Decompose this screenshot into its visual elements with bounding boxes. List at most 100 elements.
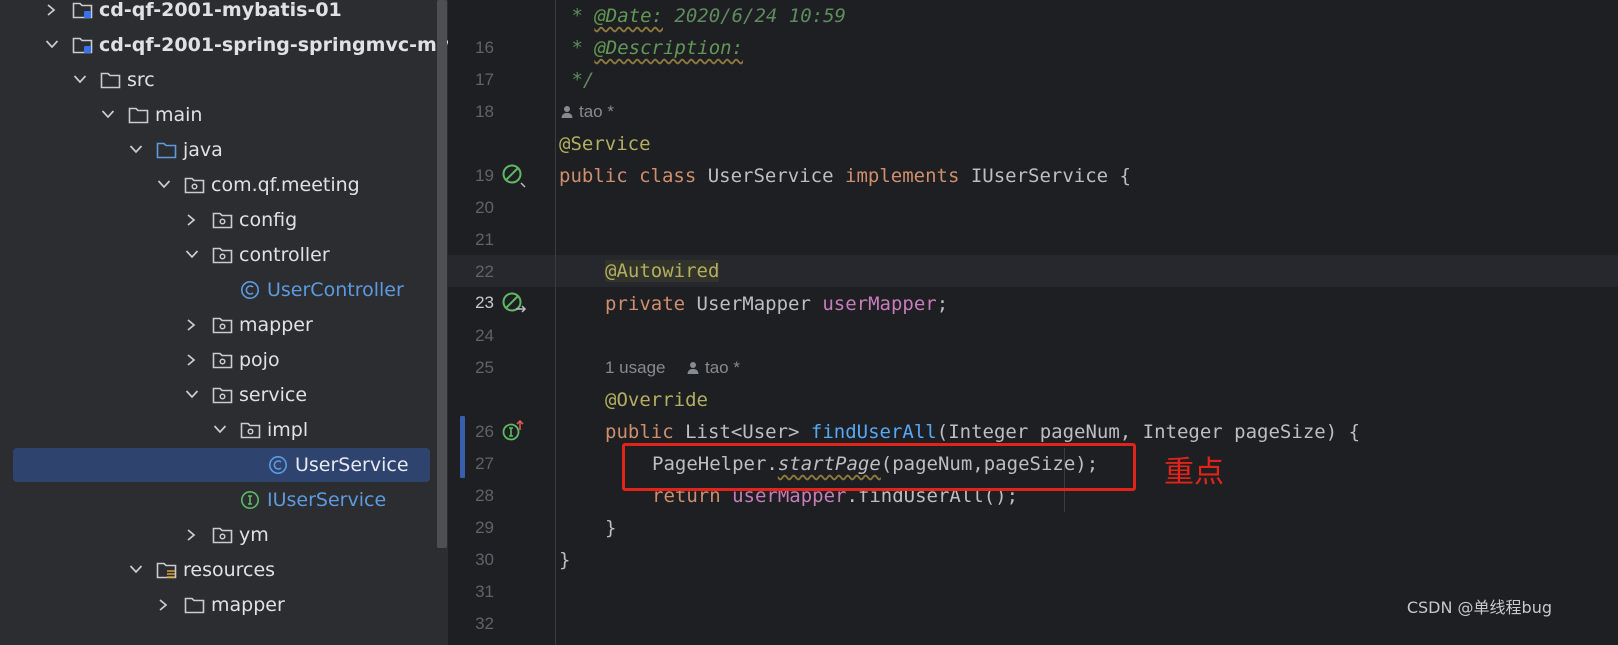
field-token: userMapper bbox=[822, 293, 937, 315]
tree-scrollbar[interactable] bbox=[437, 0, 447, 548]
code-line[interactable]: 21 bbox=[448, 192, 1618, 249]
package-icon bbox=[212, 309, 234, 341]
code-line[interactable]: 20 public class UserService implements I… bbox=[448, 160, 1618, 217]
code-token: (Integer pageNum, Integer pageSize) { bbox=[936, 421, 1361, 443]
tree-item[interactable]: resources bbox=[0, 554, 448, 586]
package-icon bbox=[212, 239, 234, 271]
chevron-down-icon[interactable] bbox=[213, 414, 227, 446]
chevron-right-icon[interactable] bbox=[185, 204, 199, 236]
class-icon bbox=[268, 449, 290, 481]
code-line[interactable]: 16 * @Date: 2020/6/24 10:59 bbox=[448, 0, 1618, 57]
folder-icon bbox=[184, 589, 206, 621]
package-icon bbox=[212, 379, 234, 411]
code-line[interactable]: 17 * @Description: bbox=[448, 32, 1618, 89]
tree-item-label: main bbox=[155, 104, 203, 126]
code-line[interactable]: 19 @Service bbox=[448, 128, 1618, 185]
chevron-down-icon[interactable] bbox=[157, 169, 171, 201]
code-line[interactable]: 30 } bbox=[448, 512, 1618, 569]
code-token: ; bbox=[936, 293, 949, 315]
package-icon bbox=[212, 519, 234, 551]
code-token: } bbox=[559, 549, 571, 571]
usages-label[interactable]: 1 usage bbox=[605, 352, 666, 384]
tree-item-label: controller bbox=[239, 244, 330, 266]
chevron-right-icon[interactable] bbox=[45, 0, 59, 26]
tree-item[interactable]: config bbox=[0, 204, 448, 236]
author-label: tao * bbox=[579, 102, 614, 121]
interface-name-token: IUserService { bbox=[970, 165, 1131, 187]
annotation-token: @Override bbox=[605, 389, 708, 411]
tree-item-label: service bbox=[239, 384, 308, 406]
javadoc-tag: @Description: bbox=[594, 37, 744, 59]
chevron-right-icon[interactable] bbox=[185, 519, 199, 551]
tree-item[interactable]: ym bbox=[0, 519, 448, 551]
javadoc-tag: @Date: bbox=[594, 5, 663, 27]
keyword-token: public bbox=[605, 421, 686, 443]
code-editor[interactable]: 16 * @Date: 2020/6/24 10:59 17 * @Descri… bbox=[448, 0, 1618, 645]
current-code-line[interactable]: 23 @Autowired bbox=[448, 255, 1618, 312]
chevron-down-icon[interactable] bbox=[185, 379, 199, 411]
highlight-label: 重点 bbox=[1164, 455, 1224, 490]
tree-item-label: java bbox=[183, 139, 223, 161]
annotation-token: @Autowired bbox=[605, 260, 720, 282]
tree-item-label: cd-qf-2001-spring-springmvc-mybatis bbox=[99, 34, 448, 56]
folder-icon bbox=[128, 99, 150, 131]
code-line[interactable]: 18 */ bbox=[448, 64, 1618, 121]
tree-item-label: UserController bbox=[267, 279, 404, 301]
author-label: tao * bbox=[705, 358, 740, 377]
keyword-token: public class bbox=[559, 165, 708, 187]
author-inlay-hint[interactable]: tao * bbox=[448, 96, 1618, 128]
module-icon bbox=[72, 0, 94, 26]
usage-inlay-hint[interactable]: 1 usage tao * bbox=[448, 352, 1618, 384]
tree-item[interactable]: controller bbox=[0, 239, 448, 271]
tree-item[interactable]: impl bbox=[0, 414, 448, 446]
annotation-token: @Service bbox=[559, 133, 651, 155]
tree-item[interactable]: mapper bbox=[0, 589, 448, 621]
tree-item[interactable]: main bbox=[0, 99, 448, 131]
tree-item-label: UserService bbox=[295, 454, 409, 476]
tree-item[interactable]: mapper bbox=[0, 309, 448, 341]
tree-item[interactable]: java bbox=[0, 134, 448, 166]
tree-item[interactable]: cd-qf-2001-mybatis-01 bbox=[0, 0, 448, 26]
code-line[interactable]: 26 @Override bbox=[448, 384, 1618, 441]
code-line[interactable]: 24 private UserMapper userMapper; bbox=[448, 288, 1618, 345]
code-line[interactable]: 25 bbox=[448, 320, 1618, 377]
user-icon bbox=[687, 352, 699, 384]
source-folder-icon bbox=[156, 134, 178, 166]
tree-item-label: pojo bbox=[239, 349, 280, 371]
class-name-token: UserService bbox=[707, 165, 845, 187]
type-token: List<User> bbox=[685, 421, 811, 443]
tree-item[interactable]: src bbox=[0, 64, 448, 96]
type-token: UserMapper bbox=[696, 293, 823, 315]
chevron-down-icon[interactable] bbox=[45, 29, 59, 61]
tree-item-label: resources bbox=[183, 559, 276, 581]
watermark: CSDN @单线程bug bbox=[1406, 598, 1552, 617]
chevron-down-icon[interactable] bbox=[129, 134, 143, 166]
tree-item-label: src bbox=[127, 69, 155, 91]
chevron-right-icon[interactable] bbox=[157, 589, 171, 621]
tree-item-label: mapper bbox=[211, 594, 285, 616]
tree-item[interactable]: com.qf.meeting bbox=[0, 169, 448, 201]
code-token: * bbox=[560, 37, 595, 59]
package-icon bbox=[212, 204, 234, 236]
code-token: 2020/6/24 10:59 bbox=[662, 5, 846, 27]
chevron-down-icon[interactable] bbox=[101, 99, 115, 131]
project-tree: cd-qf-2001-mybatis-01 cd-qf-2001-spring-s… bbox=[0, 0, 448, 645]
tree-item[interactable]: pojo bbox=[0, 344, 448, 376]
code-line[interactable]: 22 bbox=[448, 224, 1618, 281]
code-token: */ bbox=[560, 69, 595, 91]
tree-item[interactable]: IUserService bbox=[0, 484, 448, 516]
code-line[interactable]: 31 } bbox=[448, 544, 1618, 601]
highlight-box bbox=[622, 443, 1136, 491]
chevron-down-icon[interactable] bbox=[129, 554, 143, 586]
tree-item[interactable]: service bbox=[0, 379, 448, 411]
chevron-down-icon[interactable] bbox=[185, 239, 199, 271]
tree-item[interactable]: cd-qf-2001-spring-springmvc-mybatis bbox=[0, 29, 448, 61]
chevron-right-icon[interactable] bbox=[185, 344, 199, 376]
module-icon bbox=[72, 29, 94, 61]
user-icon bbox=[561, 96, 573, 128]
chevron-right-icon[interactable] bbox=[185, 309, 199, 341]
chevron-down-icon[interactable] bbox=[73, 64, 87, 96]
tree-item[interactable]: UserService bbox=[0, 448, 448, 482]
tree-item-label: cd-qf-2001-mybatis-01 bbox=[99, 0, 342, 21]
tree-item[interactable]: UserController bbox=[0, 274, 448, 306]
